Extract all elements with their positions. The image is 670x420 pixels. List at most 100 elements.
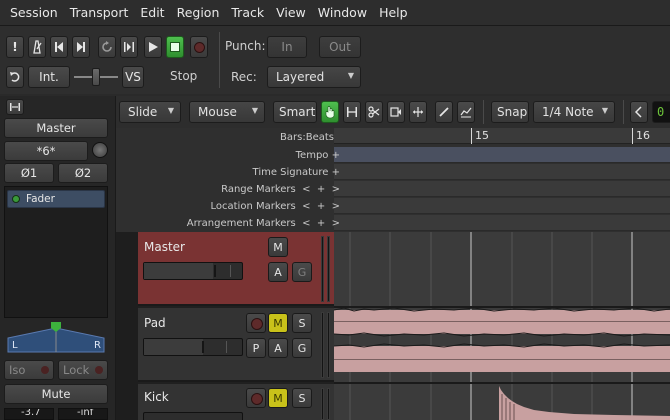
arrangement-add-icon[interactable]: + [317, 218, 325, 229]
peak-display[interactable]: -inf [58, 408, 108, 420]
processor-box[interactable]: Fader [4, 186, 108, 318]
return-button[interactable] [6, 66, 24, 88]
goto-start-button[interactable] [50, 36, 68, 58]
track-group-button[interactable]: G [292, 338, 312, 358]
range-markers-ruler[interactable] [334, 181, 670, 197]
phase-invert-1-button[interactable]: Ø1 [4, 163, 54, 183]
vs-button[interactable]: VS [122, 66, 144, 88]
record-mode-dropdown[interactable]: Layered ▼ [267, 66, 361, 88]
track-name[interactable]: Pad [144, 316, 166, 330]
menu-session[interactable]: Session [4, 5, 64, 20]
range-prev-icon[interactable]: < [302, 184, 310, 195]
track-automation-button[interactable]: A [268, 262, 288, 282]
track-group-button[interactable]: G [292, 262, 312, 282]
shuttle-knob[interactable] [92, 68, 100, 86]
pan-left-label: L [12, 340, 18, 351]
input-trim-knob[interactable] [92, 142, 108, 158]
play-button[interactable] [144, 36, 162, 58]
iso-button[interactable]: Iso [4, 360, 54, 380]
record-button[interactable] [190, 36, 208, 58]
metronome-button[interactable] [28, 36, 46, 58]
location-add-icon[interactable]: + [317, 201, 325, 212]
tempo-ruler[interactable] [334, 147, 670, 163]
chevron-left-icon [634, 106, 642, 118]
track-gain-fader[interactable] [143, 262, 243, 280]
range-icon [347, 107, 357, 117]
input-button[interactable]: *6* [4, 141, 88, 161]
editor-canvas[interactable] [334, 232, 670, 420]
phase-invert-2-button[interactable]: Ø2 [58, 163, 108, 183]
loop-icon [102, 41, 112, 52]
ripple-mode-dropdown[interactable]: Mouse ▼ [189, 101, 265, 123]
cut-tool-button[interactable] [365, 101, 383, 123]
track-name[interactable]: Master [144, 240, 185, 254]
nudge-clock[interactable]: 0 [652, 101, 670, 123]
bars-beats-ruler[interactable]: 15 16 [334, 128, 670, 144]
fader-handle[interactable] [202, 341, 204, 353]
fader-handle[interactable] [214, 265, 216, 277]
track-mute-button[interactable]: M [268, 237, 288, 257]
arrangement-markers-ruler[interactable] [334, 215, 670, 231]
track-gain-fader[interactable] [143, 412, 243, 420]
time-signature-add-icon[interactable]: + [332, 167, 340, 178]
arrangement-next-icon[interactable]: > [332, 218, 340, 229]
menu-view[interactable]: View [270, 5, 312, 20]
strip-name-button[interactable]: Master [4, 118, 108, 138]
processor-active-led[interactable] [12, 195, 20, 203]
track-automation-button[interactable]: A [268, 338, 288, 358]
record-mode-value: Layered [276, 70, 325, 84]
int-sync-button[interactable]: Int. [28, 66, 70, 88]
track-record-button[interactable] [246, 388, 266, 408]
menu-track[interactable]: Track [225, 5, 270, 20]
stop-button[interactable] [166, 36, 184, 58]
grid-type-dropdown[interactable]: 1/4 Note ▼ [533, 101, 615, 123]
fader-processor[interactable]: Fader [7, 190, 105, 208]
shuttle-slider[interactable] [74, 66, 118, 88]
track-name[interactable]: Kick [144, 390, 169, 404]
audition-tool-button[interactable] [409, 101, 427, 123]
gain-entry[interactable]: -3.7 [4, 408, 54, 420]
draw-tool-button[interactable] [435, 101, 453, 123]
menu-window[interactable]: Window [312, 5, 373, 20]
nudge-backward-button[interactable] [630, 101, 648, 123]
arrangement-prev-icon[interactable]: < [302, 218, 310, 229]
panner[interactable]: L R [4, 322, 108, 356]
panic-button[interactable]: ! [6, 36, 24, 58]
internal-edit-tool-button[interactable] [457, 101, 475, 123]
track-solo-button[interactable]: S [292, 388, 312, 408]
range-tool-button[interactable] [343, 101, 361, 123]
location-next-icon[interactable]: > [332, 201, 340, 212]
track-header-pad[interactable]: Pad M S P A G [138, 308, 334, 382]
track-solo-button[interactable]: S [292, 313, 312, 333]
tempo-add-icon[interactable]: + [332, 150, 340, 161]
track-gain-fader[interactable] [143, 338, 243, 356]
punch-in-button[interactable]: In [267, 36, 307, 58]
lock-button[interactable]: Lock [58, 360, 108, 380]
mute-button[interactable]: Mute [4, 384, 108, 404]
track-record-button[interactable] [246, 313, 266, 333]
snap-button[interactable]: Snap [491, 101, 529, 123]
goto-end-button[interactable] [72, 36, 90, 58]
stretch-tool-button[interactable] [387, 101, 405, 123]
time-signature-ruler[interactable] [334, 164, 670, 180]
menu-edit[interactable]: Edit [134, 5, 170, 20]
loop-button[interactable] [98, 36, 116, 58]
edit-mode-dropdown[interactable]: Slide ▼ [119, 101, 181, 123]
menu-help[interactable]: Help [373, 5, 414, 20]
strip-width-button[interactable] [6, 99, 24, 115]
punch-out-button[interactable]: Out [319, 36, 361, 58]
track-header-master[interactable]: Master M A G [138, 232, 334, 306]
range-add-icon[interactable]: + [317, 184, 325, 195]
location-markers-ruler[interactable] [334, 198, 670, 214]
menu-region[interactable]: Region [171, 5, 226, 20]
smart-mode-button[interactable]: Smart [273, 101, 317, 123]
track-mute-button[interactable]: M [268, 313, 288, 333]
menu-transport[interactable]: Transport [64, 5, 135, 20]
grab-tool-button[interactable] [321, 101, 339, 123]
track-header-kick[interactable]: Kick M S [138, 384, 334, 420]
location-prev-icon[interactable]: < [302, 201, 310, 212]
track-playlist-button[interactable]: P [246, 338, 266, 358]
range-next-icon[interactable]: > [332, 184, 340, 195]
play-range-button[interactable] [120, 36, 138, 58]
track-mute-button[interactable]: M [268, 388, 288, 408]
